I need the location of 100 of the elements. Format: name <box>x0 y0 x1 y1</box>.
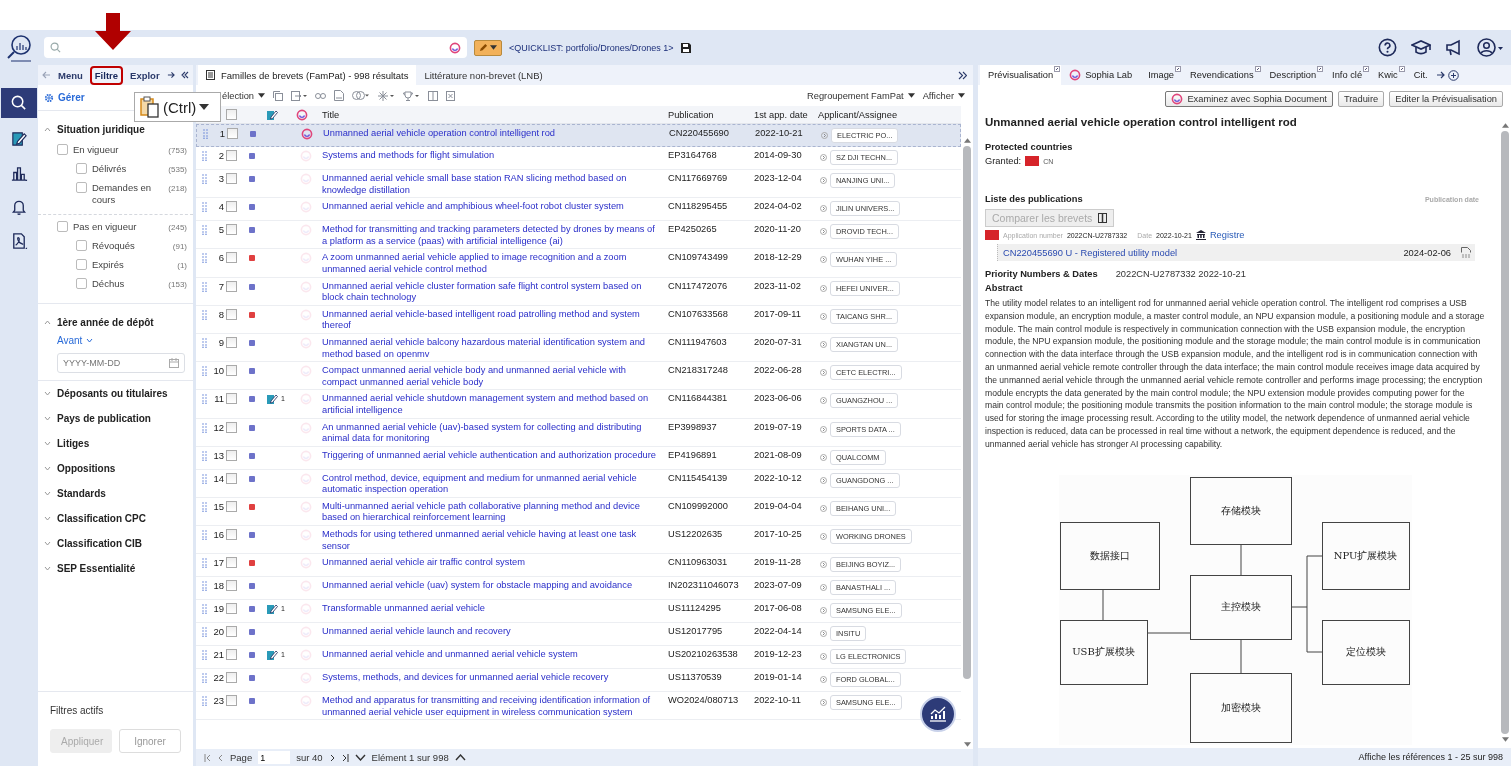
abstract-text: The utility model relates to an intelligent rod for unmanned aerial vehicle operation control. The intelligent rod comprises a USB expansion module, an encryption module, a master control module, an NPU expansion module, a positioning module and a storage module. The main control module is respectively in communication connection with the USB expansion module, the encryption module, the NPU expansion module, the positioning module and the storage module; the main control module is in communication connection with the data interface through the USB expansion module, and the intelligent rod is in communication connection with an unmanned aerial vehicle remote controller through the data interface; the main control module receives image data acquired by the unmanned aerial vehicle through the unmanned aerial vehicle remote controller and performs image processing; the encryption module encrypts the data generated by the main control module; the NPU extension module provides computing power for the main control module; the positioning module transmits the position information to the main control module; the storage module is used for storing the image processing result. According to the utility model, the network dependence of unmanned aerial vehicle inspection is reduced, data can be processed in real time without a network, the equipment dependence is reduced, and the unmanned aerial vehicle has stronger AI processing capability. <box>985 297 1485 451</box>
column-header[interactable]: Publication <box>668 109 754 120</box>
title-link[interactable]: An unmanned aerial vehicle (uav)-based system for collecting and distributing animal data for monitoring <box>318 421 668 445</box>
priority-value: 2022CN-U2787332 2022-10-21 <box>1115 269 1246 279</box>
filter-option-label: Révoqués <box>92 240 136 252</box>
grouping-dropdown[interactable]: Regroupement FamPat <box>807 90 915 101</box>
title-link[interactable]: Unmanned aerial vehicle operation control intelligent rod <box>319 128 669 140</box>
diagram-node: 主控模块 <box>1189 574 1292 640</box>
title-link[interactable]: Methods for using tethered unmanned aerial vehicle having at least one task sensor <box>318 529 668 553</box>
title-link[interactable]: Unmanned aerial vehicle launch and recovery <box>318 626 668 638</box>
results-tab[interactable]: Littérature non-brevet (LNB) <box>416 65 551 85</box>
title-link[interactable]: Unmanned aerial vehicle cluster formation safe flight control system based on block chain technology <box>318 280 668 304</box>
row-number: 5 <box>217 224 225 236</box>
table-cell-text: 2020-11-20 <box>754 224 802 236</box>
title-link[interactable]: Unmanned aerial vehicle and amphibious wheel-foot robot cluster system <box>318 201 668 213</box>
table-cell-text: CN117472076 <box>668 280 729 293</box>
row-number: 15 <box>212 500 225 513</box>
title-link[interactable]: Method for transmitting and tracking parameters detected by drones by means of a platform as a service (paas) with artificial intelligence (ai) <box>318 224 668 248</box>
panel-tab[interactable]: Explor <box>125 65 165 85</box>
row-number: 3 <box>217 173 225 185</box>
title-link[interactable]: Unmanned aerial vehicle (uav) system for obstacle mapping and avoidance <box>318 580 668 592</box>
column-header[interactable]: Title <box>318 109 668 120</box>
table-cell-text: 2022-10-11 <box>754 695 802 707</box>
document-title: Unmanned aerial vehicle operation control intelligent rod <box>985 116 1298 128</box>
title-link[interactable]: Triggering of unmanned aerial vehicle authentication and authorization procedure <box>318 449 668 462</box>
paste-options-popup[interactable]: (Ctrl) <box>134 92 221 122</box>
date-field[interactable]: YYYY-MM-DD <box>57 353 185 373</box>
title-link[interactable]: Systems and methods for flight simulation <box>318 150 668 162</box>
panel-tab[interactable]: Filtre <box>89 65 124 85</box>
publication-link[interactable]: CN220455690 U - Registered utility model <box>1003 247 1394 258</box>
title-link[interactable]: Compact unmanned aerial vehicle body and unmanned aerial vehicle with compact unmanned aerial vehicle body <box>318 365 668 389</box>
manage-link[interactable]: Gérer <box>58 92 85 103</box>
row-number: 7 <box>217 280 225 293</box>
filter-option-label: En vigueur <box>73 144 120 156</box>
title-link[interactable]: Systems, methods, and devices for unmanned aerial vehicle recovery <box>318 672 668 684</box>
section-heading: Priority Numbers & Dates <box>985 269 1098 279</box>
filter-section-title[interactable]: Pays de publication <box>57 413 151 424</box>
section-heading: Liste des publications <box>985 194 1083 204</box>
table-cell-text: 2019-12-23 <box>754 649 803 661</box>
filter-option-label: Déchus <box>92 278 126 290</box>
title-link[interactable]: Unmanned aerial vehicle-based intelligent road patrolling method and system thereof <box>318 308 668 332</box>
row-number: 22 <box>212 672 225 684</box>
title-link[interactable]: Multi-unmanned aerial vehicle path collaborative planning method and device based on hierarchical reinforcement learning <box>318 500 668 525</box>
filter-section-title[interactable]: Situation juridique <box>57 123 145 135</box>
preview-tab[interactable]: Info clé <box>1324 65 1371 85</box>
row-number: 19 <box>212 603 225 615</box>
title-link[interactable]: Control method, device, equipment and medium for unmanned aerial vehicle automatic inspection operation <box>318 472 668 496</box>
results-tab[interactable]: Familles de brevets (FamPat) - 998 résultats <box>198 65 417 85</box>
action-button[interactable]: Examinez avec Sophia Document <box>1165 91 1333 107</box>
row-number: 17 <box>212 557 225 569</box>
filter-section-title[interactable]: 1ère année de dépôt <box>57 316 154 328</box>
page-field[interactable]: 1 <box>258 751 291 764</box>
filter-section-title[interactable]: Litiges <box>57 438 90 449</box>
filter-section-title[interactable]: Classification CPC <box>57 513 146 524</box>
row-number: 20 <box>212 626 225 638</box>
table-cell-text: 2022-10-12 <box>754 472 803 485</box>
preview-tab[interactable]: Sophia Lab <box>1061 65 1141 85</box>
preview-tab[interactable]: Cit. <box>1405 65 1436 85</box>
diagram-node: 加密模块 <box>1189 672 1292 743</box>
filter-section-title[interactable]: Classification CIB <box>57 538 143 549</box>
filter-section-title[interactable]: Standards <box>57 488 106 499</box>
table-cell-text: 2021-08-09 <box>754 449 803 462</box>
column-header[interactable]: 1st app. date <box>754 109 818 120</box>
table-cell-text: IN202311046073 <box>668 580 740 592</box>
diagram-node: 定位模块 <box>1321 619 1410 685</box>
panel-tab[interactable]: Menu <box>53 65 88 85</box>
publication-date: 2024-02-06 <box>1403 247 1451 258</box>
title-link[interactable]: Method and apparatus for transmitting and receiving identification information of unmanned aerial vehicle user equipment in wireless communication system <box>318 695 668 719</box>
preview-tab[interactable]: Kwic <box>1370 65 1406 85</box>
title-link[interactable]: Unmanned aerial vehicle shutdown management system and method based on artificial intelligence <box>318 393 668 417</box>
filter-section-title[interactable]: Oppositions <box>57 463 116 474</box>
count-label: (245) <box>168 222 187 234</box>
table-cell-text: CN111947603 <box>668 336 728 349</box>
table-cell-text: 2023-12-04 <box>754 173 803 185</box>
row-number: 2 <box>217 150 225 162</box>
preview-tab[interactable]: Image <box>1140 65 1182 85</box>
filter-section-title[interactable]: Déposants ou titulaires <box>57 388 168 399</box>
title-link[interactable]: Unmanned aerial vehicle balcony hazardous material identification system and method based on openmv <box>318 336 668 361</box>
preview-tab[interactable]: Prévisualisation <box>980 65 1062 85</box>
table-cell-text: CN107633568 <box>668 308 729 321</box>
page-total: sur 40 <box>296 752 323 763</box>
row-number: 21 <box>212 649 225 661</box>
title-link[interactable]: Unmanned aerial vehicle air traffic control system <box>318 557 668 569</box>
action-button[interactable]: Traduire <box>1337 91 1385 107</box>
table-cell-text: 2022-04-14 <box>754 626 803 638</box>
preview-tab[interactable]: Description <box>1261 65 1325 85</box>
selection-dropdown[interactable]: élection <box>222 90 266 101</box>
filter-section-title[interactable]: SEP Essentialité <box>57 563 136 574</box>
title-link[interactable]: Transformable unmanned aerial vehicle <box>318 603 668 615</box>
column-header[interactable]: Applicant/Assignee <box>818 109 961 120</box>
register-link[interactable]: Registre <box>1209 230 1245 240</box>
preview-tab[interactable]: Revendications <box>1182 65 1262 85</box>
title-link[interactable]: Unmanned aerial vehicle and unmanned aerial vehicle system <box>318 649 668 661</box>
row-number: 14 <box>212 472 225 485</box>
date-mode-dropdown[interactable]: Avant <box>38 330 193 351</box>
title-link[interactable]: Unmanned aerial vehicle small base station RAN slicing method based on knowledge distillation <box>318 173 668 197</box>
display-dropdown[interactable]: Afficher <box>922 90 965 101</box>
table-cell-text: CN109992000 <box>668 500 729 513</box>
action-button[interactable]: Editer la Prévisualisation <box>1389 91 1503 107</box>
title-link[interactable]: A zoom unmanned aerial vehicle applied to image recognition and a zoom unmanned aerial vehicle control method <box>318 252 668 276</box>
